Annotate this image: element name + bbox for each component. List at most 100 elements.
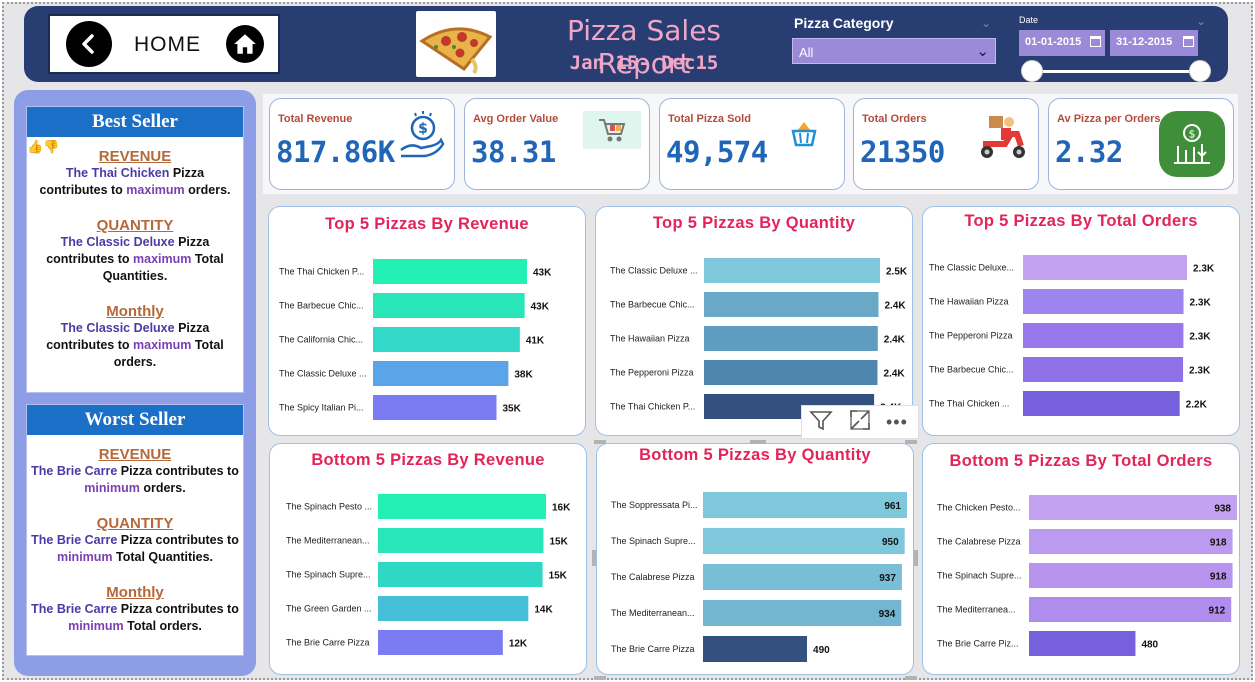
bar-0[interactable] — [378, 494, 546, 519]
chart-bottom5-revenue[interactable]: Bottom 5 Pizzas By Revenue The Spinach P… — [269, 443, 587, 675]
bar-3[interactable] — [378, 596, 529, 621]
bar-2[interactable] — [1029, 563, 1233, 588]
best-revenue-text: The Thai Chicken Pizza contributes to ma… — [39, 166, 231, 197]
bar-1[interactable] — [373, 293, 525, 318]
date-slider-end-handle[interactable] — [1189, 60, 1211, 82]
category-label: The Mediterranean... — [286, 536, 370, 546]
data-label: 2.4K — [884, 335, 906, 346]
kpi-card-total-revenue[interactable]: Total Revenue 817.86K $ — [269, 98, 455, 190]
bar-chart-svg: The Thai Chicken P... 43K The Barbecue Chi… — [279, 259, 552, 420]
kpi-value: 21350 — [860, 135, 945, 169]
bar-4[interactable] — [703, 636, 808, 662]
bar-3[interactable] — [1023, 357, 1184, 382]
category-label: The California Chic... — [279, 335, 363, 345]
bar-2[interactable] — [378, 562, 543, 587]
selection-handle[interactable] — [914, 550, 918, 566]
date-slider-start-handle[interactable] — [1021, 60, 1043, 82]
selection-handle[interactable] — [905, 676, 917, 680]
data-label: 14K — [534, 605, 553, 616]
category-label: The Brie Carre Pizza — [286, 638, 370, 648]
chevron-down-icon[interactable]: ⌄ — [1196, 14, 1206, 28]
more-options-icon[interactable]: ••• — [886, 412, 908, 433]
category-label: The Thai Chicken P... — [610, 402, 695, 412]
bar-chart-svg: The Chicken Pesto... 938 The Calabrese Piz… — [937, 495, 1237, 656]
selection-handle[interactable] — [750, 440, 766, 444]
bar-2[interactable] — [703, 564, 902, 590]
back-arrow-icon[interactable] — [66, 21, 112, 67]
bar-3[interactable] — [373, 361, 509, 386]
category-label: The Hawaiian Pizza — [610, 334, 690, 344]
seller-summary-panel: Best Seller 👍👎 REVENUE The Thai Chicken … — [14, 90, 256, 676]
chart-bottom5-orders[interactable]: Bottom 5 Pizzas By Total Orders The Chic… — [922, 443, 1240, 675]
best-revenue-title: REVENUE — [98, 148, 172, 165]
best-quantity-text: The Classic Deluxe Pizza contributes to … — [46, 235, 224, 283]
home-button[interactable]: HOME — [48, 14, 280, 74]
chart-top5-orders[interactable]: Top 5 Pizzas By Total Orders The Classic… — [922, 206, 1240, 436]
category-label: The Pepperoni Pizza — [929, 331, 1013, 341]
calendar-icon[interactable] — [1183, 36, 1194, 47]
bar-4[interactable] — [378, 630, 503, 655]
bar-2[interactable] — [373, 327, 520, 352]
pizza-image — [416, 11, 496, 77]
bar-2[interactable] — [1023, 323, 1184, 348]
chevron-down-icon[interactable]: ⌄ — [981, 16, 991, 30]
bar-4[interactable] — [373, 395, 497, 420]
best-quantity-title: QUANTITY — [96, 217, 174, 234]
data-label: 16K — [552, 503, 571, 514]
bar-2[interactable] — [704, 326, 878, 351]
home-icon[interactable] — [226, 25, 264, 63]
chart-top5-revenue[interactable]: Top 5 Pizzas By Revenue The Thai Chicken… — [268, 206, 586, 436]
bar-1[interactable] — [1029, 529, 1233, 554]
kpi-value: 49,574 — [666, 135, 768, 169]
bar-1[interactable] — [378, 528, 544, 553]
data-label: 2.5K — [886, 267, 908, 278]
focus-mode-icon[interactable] — [848, 408, 872, 437]
date-end-field[interactable]: 31-12-2015 — [1110, 30, 1198, 56]
bar-4[interactable] — [1023, 391, 1180, 416]
bar-3[interactable] — [1029, 597, 1232, 622]
kpi-card-total-pizza-sold[interactable]: Total Pizza Sold 49,574 — [659, 98, 845, 190]
date-slider-track[interactable] — [1032, 70, 1200, 73]
kpi-title: Av Pizza per Orders — [1057, 113, 1161, 125]
pizza-category-select[interactable]: All ⌄ — [792, 38, 996, 64]
kpi-value: 38.31 — [471, 135, 556, 169]
selection-handle[interactable] — [905, 440, 917, 444]
bar-1[interactable] — [703, 528, 905, 554]
kpi-row: Total Revenue 817.86K $ Avg Order Value … — [263, 94, 1238, 194]
chart-top5-quantity[interactable]: Top 5 Pizzas By Quantity The Classic Del… — [595, 206, 913, 436]
category-label: The Classic Deluxe ... — [279, 369, 367, 379]
bar-1[interactable] — [704, 292, 879, 317]
bar-0[interactable] — [1029, 495, 1237, 520]
bar-0[interactable] — [373, 259, 527, 284]
category-label: The Mediterranea... — [937, 605, 1016, 615]
kpi-card-avg-order-value[interactable]: Avg Order Value 38.31 — [464, 98, 650, 190]
data-label: 2.4K — [883, 369, 905, 380]
bar-0[interactable] — [1023, 255, 1187, 280]
bar-chart-svg: The Classic Deluxe... 2.3K The Hawaiian Pi… — [929, 255, 1215, 416]
worst-seller-heading: Worst Seller — [27, 405, 243, 435]
selection-handle[interactable] — [594, 676, 606, 680]
bar-3[interactable] — [703, 600, 902, 626]
chart-bottom5-quantity[interactable]: Bottom 5 Pizzas By Quantity The Soppress… — [596, 443, 914, 675]
category-label: The Calabrese Pizza — [937, 537, 1021, 547]
filter-icon[interactable] — [808, 408, 834, 437]
data-label: 2.3K — [1193, 264, 1215, 275]
data-label: 912 — [1209, 606, 1226, 617]
data-label: 38K — [514, 370, 533, 381]
bar-4[interactable] — [1029, 631, 1136, 656]
worst-revenue-title: REVENUE — [98, 446, 172, 463]
category-label: The Spinach Supre... — [937, 571, 1022, 581]
selection-handle[interactable] — [592, 550, 596, 566]
bar-1[interactable] — [1023, 289, 1184, 314]
calendar-icon[interactable] — [1090, 36, 1101, 47]
category-label: The Thai Chicken P... — [279, 267, 364, 277]
bar-3[interactable] — [704, 360, 878, 385]
pizza-basket-icon — [784, 117, 824, 151]
category-label: The Brie Carre Pizza — [611, 644, 695, 654]
kpi-card-avg-pizza-per-order[interactable]: Av Pizza per Orders 2.32 $ — [1048, 98, 1234, 190]
kpi-card-total-orders[interactable]: Total Orders 21350 — [853, 98, 1039, 190]
bar-0[interactable] — [703, 492, 907, 518]
selection-handle[interactable] — [594, 440, 606, 444]
bar-0[interactable] — [704, 258, 880, 283]
date-start-field[interactable]: 01-01-2015 — [1019, 30, 1105, 56]
